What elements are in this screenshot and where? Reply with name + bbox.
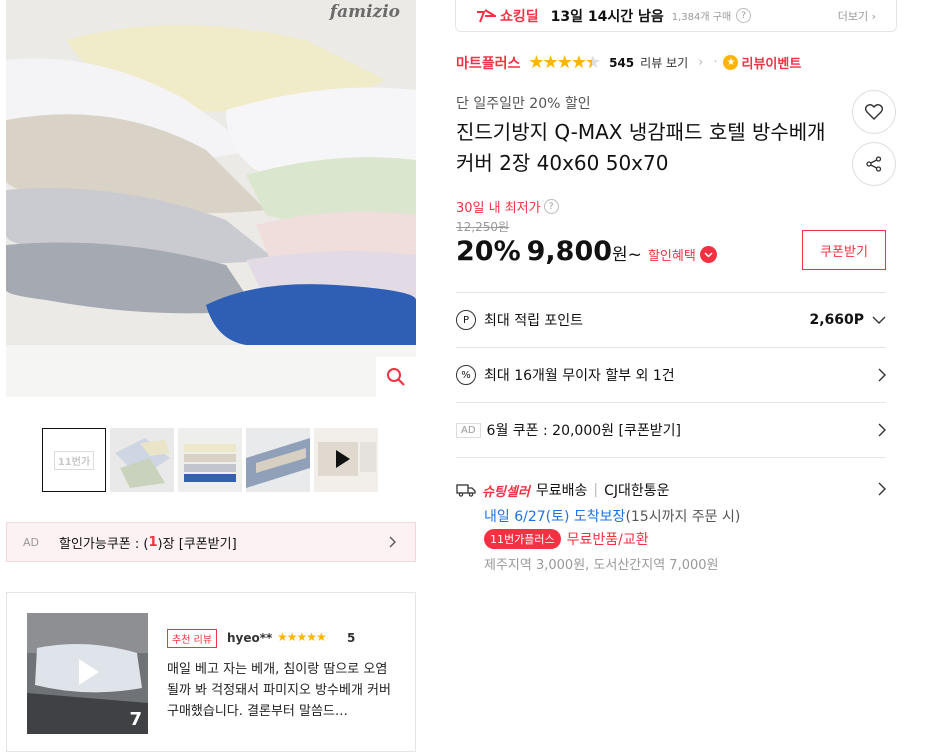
thumbnail-logo: 11번가: [53, 450, 95, 470]
chevron-right-icon: [878, 482, 886, 496]
shipping-section[interactable]: 슈팅셀러 무료배송 | CJ대한통운 내일 6/27(토) 도착보장(15시까지…: [456, 457, 886, 585]
review-count[interactable]: 545: [609, 56, 634, 70]
star-badge-icon: ★: [723, 55, 739, 70]
recommended-review-badge: 추천 리뷰: [167, 629, 217, 648]
lowest-price-label: 30일 내 최저가 ?: [456, 197, 559, 216]
installment-text: 최대 16개월 무이자 할부 외 1건: [484, 368, 675, 384]
percent-icon: %: [456, 365, 476, 385]
brand-watermark: famizio: [329, 2, 400, 22]
review-media-count: 7: [129, 709, 142, 730]
review-video-thumbnail[interactable]: 7: [27, 613, 148, 734]
purchase-count: 1,384개 구매: [671, 12, 732, 23]
product-title: 진드기방지 Q-MAX 냉감패드 호텔 방수베개커버 2장 40x60 50x7…: [456, 120, 826, 175]
points-value: 2,660P: [809, 312, 864, 328]
max-points-row[interactable]: P 최대 적립 포인트 2,660P: [456, 292, 886, 347]
extra-shipping-fee: 제주지역 3,000원, 도서산간지역 7,000원: [484, 558, 719, 573]
play-icon: [79, 659, 99, 685]
more-link[interactable]: 더보기 ›: [838, 8, 876, 24]
shocking-deal-logo-icon: [477, 8, 496, 22]
help-icon[interactable]: ?: [543, 199, 559, 214]
divider: ·: [713, 55, 718, 70]
points-label: 최대 적립 포인트: [484, 313, 584, 329]
shocking-deal-logo: 쇼킹딜: [500, 8, 539, 25]
magnifier-icon: [387, 368, 405, 386]
zoom-button[interactable]: [376, 357, 416, 397]
chevron-down-icon: [872, 316, 886, 324]
carrier-name: CJ대한통운: [604, 483, 670, 499]
product-main-image[interactable]: famizio: [6, 0, 416, 397]
reviewer-name: hyeo**: [227, 631, 273, 645]
ad-label: AD: [456, 422, 481, 438]
share-button[interactable]: [852, 142, 896, 186]
seller-rating-row: 마트플러스 ★★★★★★ 545 리뷰 보기 › · ★ 리뷰이벤트: [456, 52, 801, 73]
help-icon[interactable]: ?: [736, 8, 752, 23]
june-coupon-text: 6월 쿠폰 : 20,000원 [쿠폰받기]: [486, 423, 681, 439]
shipping-line: 슈팅셀러 무료배송 | CJ대한통운: [456, 480, 670, 500]
points-icon: P: [456, 310, 476, 330]
thumbnail-image: [110, 428, 174, 492]
currency-suffix: 원~: [612, 245, 642, 265]
coupon-text-after: )장 [쿠폰받기]: [157, 536, 237, 552]
chevron-right-icon: [878, 368, 886, 382]
share-icon: [866, 156, 882, 172]
june-coupon-row[interactable]: AD 6월 쿠폰 : 20,000원 [쿠폰받기]: [456, 402, 886, 457]
get-coupon-button[interactable]: 쿠폰받기: [802, 230, 886, 270]
arrival-cutoff: (15시까지 주문 시): [625, 509, 741, 525]
arrival-date: 내일 6/27(토) 도착보장: [484, 509, 626, 525]
thumbnail-1[interactable]: 11번가: [42, 428, 106, 492]
review-event-link[interactable]: ★ 리뷰이벤트: [723, 53, 801, 72]
review-stars: ★★★★★: [277, 630, 327, 644]
thumbnail-3[interactable]: [178, 428, 242, 492]
review-score: 5: [347, 631, 356, 645]
lowest-price-text: 30일 내 최저가: [456, 201, 541, 216]
discount-rate: 20%: [456, 236, 521, 267]
play-icon: [336, 450, 350, 468]
price-row: 20% 9,800 원~ 할인혜택: [456, 236, 717, 267]
discount-benefit-toggle[interactable]: 할인혜택: [648, 245, 717, 264]
original-price: 12,250원: [456, 220, 510, 234]
thumbnail-strip: 11번가: [42, 428, 378, 492]
ad-label: AD: [23, 535, 39, 549]
deal-timer: 13일 14시간 남음: [550, 8, 664, 25]
review-link[interactable]: 리뷰 보기: [640, 54, 688, 71]
discount-benefit-label: 할인혜택: [647, 249, 696, 264]
plus-badge: 11번가플러스: [484, 529, 561, 549]
chevron-right-icon: [389, 536, 396, 548]
free-returns: 무료반품/교환: [566, 532, 649, 548]
coupon-count: 1: [148, 534, 158, 550]
promo-text: 단 일주일만 20% 할인: [456, 96, 591, 112]
chevron-right-icon: ›: [698, 55, 704, 70]
coupon-text-before: 할인가능쿠폰 : (: [59, 536, 149, 552]
rating-stars: ★★★★★★: [528, 52, 601, 73]
pillows-illustration: [6, 0, 416, 397]
thumbnail-2[interactable]: [110, 428, 174, 492]
thumbnail-4[interactable]: [246, 428, 310, 492]
review-event-label: 리뷰이벤트: [741, 57, 802, 72]
thumbnail-5-video[interactable]: [314, 428, 378, 492]
available-coupon-bar[interactable]: AD 할인가능쿠폰 : (1)장 [쿠폰받기]: [6, 522, 416, 562]
sale-price: 9,800: [526, 236, 613, 267]
divider: |: [593, 482, 599, 498]
shocking-deal-banner[interactable]: 쇼킹딜 13일 14시간 남음 1,384개 구매 ? 더보기 ›: [455, 0, 897, 32]
review-text: 매일 베고 자는 베개, 침이랑 땀으로 오염될까 봐 걱정돼서 파미지오 방수…: [167, 662, 391, 719]
chevron-right-icon: [878, 423, 886, 437]
arrival-guarantee: 내일 6/27(토) 도착보장(15시까지 주문 시): [484, 506, 740, 526]
truck-icon: [456, 484, 476, 497]
chevron-down-icon: [699, 246, 717, 263]
seller-name[interactable]: 마트플러스: [456, 53, 520, 73]
shooting-seller-tag: 슈팅셀러: [482, 484, 530, 500]
wishlist-button[interactable]: [852, 90, 896, 134]
recommended-review-card[interactable]: 7 추천 리뷰 hyeo** ★★★★★ 5 매일 베고 자는 베개, 침이랑 …: [6, 592, 416, 752]
installment-row[interactable]: % 최대 16개월 무이자 할부 외 1건: [456, 347, 886, 402]
heart-icon: [865, 104, 883, 120]
thumbnail-image: [246, 428, 310, 492]
free-shipping: 무료배송: [535, 483, 588, 499]
plus-returns: 11번가플러스 무료반품/교환: [484, 529, 649, 549]
thumbnail-image: [178, 428, 242, 492]
